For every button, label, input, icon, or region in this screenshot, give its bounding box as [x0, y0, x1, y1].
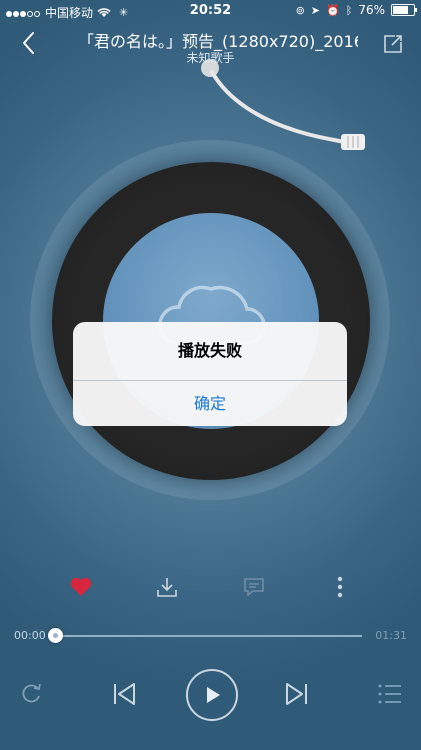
heart-icon [70, 577, 92, 596]
like-button[interactable] [64, 570, 98, 604]
progress-track[interactable] [52, 635, 362, 637]
previous-icon [114, 683, 135, 705]
confirm-button[interactable]: 确定 [73, 381, 347, 426]
play-icon [207, 687, 220, 703]
comment-icon [244, 578, 264, 597]
repeat-icon [22, 683, 41, 703]
previous-button[interactable] [106, 676, 142, 712]
tonearm [201, 59, 365, 150]
comment-button[interactable] [237, 570, 271, 604]
play-button[interactable] [186, 669, 238, 721]
duration-time: 01:31 [375, 629, 407, 642]
action-row [0, 570, 421, 604]
download-button[interactable] [150, 570, 184, 604]
progress-knob[interactable] [48, 628, 63, 643]
repeat-button[interactable] [14, 676, 48, 710]
more-icon [337, 576, 343, 598]
elapsed-time: 00:00 [14, 629, 46, 642]
alert-message: 播放失败 [177, 341, 242, 360]
download-icon [157, 578, 177, 597]
playlist-icon [378, 684, 401, 704]
playlist-button[interactable] [374, 678, 406, 710]
more-button[interactable] [323, 570, 357, 604]
next-button[interactable] [279, 676, 315, 712]
next-icon [286, 683, 307, 705]
alert-dialog: 播放失败 确定 [73, 322, 347, 426]
